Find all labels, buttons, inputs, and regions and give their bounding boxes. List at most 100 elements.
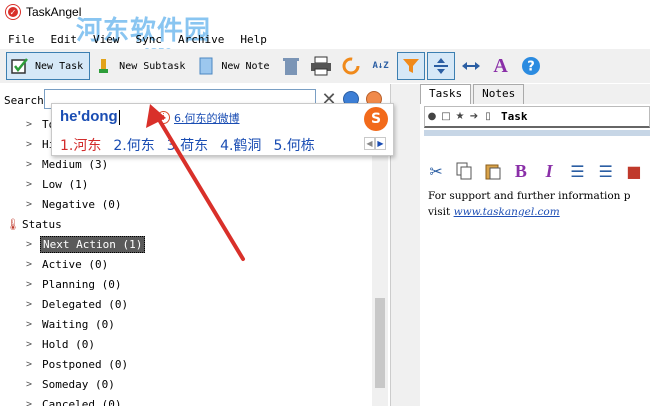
ime-suggestion-link[interactable]: 6.何东的微博 [174,110,240,126]
window-title: TaskAngel [26,5,82,19]
new-note-button[interactable]: New Note [192,52,276,80]
new-subtask-label: New Subtask [119,60,186,72]
numbered-list-icon[interactable]: ☰ [565,158,589,184]
tree-row-label: Next Action (1) [40,235,146,253]
expand-vertical-icon [433,58,448,74]
help-button[interactable]: ? [517,52,545,80]
delete-button[interactable] [277,52,305,80]
chevron-right-icon: > [26,158,33,170]
chevron-right-icon: > [26,138,33,150]
tree-row-label: Hold (0) [42,337,95,351]
menu-help[interactable]: Help [232,33,275,46]
collapse-button[interactable] [457,52,485,80]
tree-row-label: Low (1) [42,177,89,191]
tree-row[interactable]: > Active (0) [26,254,110,274]
tree-row[interactable]: > Planning (0) [26,274,123,294]
new-subtask-button[interactable]: New Subtask [90,52,192,80]
ime-candidate[interactable]: 1.河东 [60,135,101,155]
note-line: For support and further information p [428,190,631,202]
tree-row[interactable]: > Negative (0) [26,194,123,214]
tree-row[interactable]: > Medium (3) [26,154,110,174]
right-pane: Tasks Notes ● □ ★ ➔ ▯ Task ✂ B I ☰ ☰ ■ F… [420,84,650,406]
paste-icon[interactable] [481,158,505,184]
thermometer-icon: 🌡 [6,217,20,231]
printer-icon [310,56,331,76]
menu-edit[interactable]: Edit [43,33,86,46]
menu-file[interactable]: File [0,33,43,46]
pane-splitter[interactable] [390,84,420,406]
tree-row[interactable]: > Waiting (0) [26,314,117,334]
task-row-strip[interactable] [424,130,650,136]
ime-prev-page-icon[interactable]: ◀ [364,137,375,150]
taskangel-link[interactable]: www.taskangel.com [454,206,560,218]
chevron-right-icon: > [26,278,33,290]
info-icon: i [157,111,170,124]
font-button[interactable]: A [487,52,515,80]
document-icon[interactable]: ▯ [481,111,495,122]
chevron-right-icon: > [26,118,33,130]
tree-row[interactable]: > Postponed (0) [26,354,130,374]
menu-view[interactable]: View [85,33,128,46]
menu-bar: File Edit View Sync Archive Help [0,30,650,48]
chevron-right-icon: > [26,178,33,190]
main-toolbar: New Task New Subtask New Note A↓Z A ? [0,49,650,83]
new-note-label: New Note [221,60,270,72]
menu-sync[interactable]: Sync [128,33,171,46]
cut-icon[interactable]: ✂ [424,158,448,184]
search-label: Search [4,94,44,107]
chevron-right-icon: > [26,258,33,270]
font-icon: A [493,54,508,77]
app-icon: ✓ [6,5,20,19]
sogou-logo-icon[interactable]: S [364,107,388,131]
chevron-right-icon: > [26,358,33,370]
tree-row[interactable]: > Delegated (0) [26,294,130,314]
tree-row[interactable]: > Someday (0) [26,374,117,394]
sync-button[interactable] [337,52,365,80]
checkbox-icon [9,55,31,77]
filter-tree: > To > Hi > Medium (3) > Low (1) > Negative (… [0,112,372,406]
scrollbar-thumb[interactable] [375,298,385,388]
task-column-header: ● □ ★ ➔ ▯ Task [424,106,650,128]
expand-button[interactable] [426,52,455,80]
bullet-icon[interactable]: ● [425,111,439,122]
chevron-right-icon: > [26,318,33,330]
tree-row[interactable]: > Canceled (0) [26,394,123,406]
tree-row[interactable]: > Next Action (1) [26,234,146,254]
italic-icon[interactable]: I [537,158,561,184]
ime-candidate[interactable]: 4.鹤洞 [220,135,261,155]
ime-candidate[interactable]: 5.何栋 [273,135,314,155]
tab-notes[interactable]: Notes [473,84,525,104]
tree-row-label: Planning (0) [42,277,122,291]
tab-strip: Tasks Notes [420,84,650,104]
new-task-button[interactable]: New Task [6,52,91,80]
arrow-right-icon[interactable]: ➔ [467,111,481,122]
filter-button[interactable] [396,52,425,80]
refresh-icon [342,57,360,75]
tree-row[interactable]: > Low (1) [26,174,90,194]
print-button[interactable] [307,52,335,80]
chevron-right-icon: > [26,238,33,250]
tree-row[interactable]: > Hold (0) [26,334,97,354]
save-icon[interactable]: ■ [622,158,646,184]
bullet-list-icon[interactable]: ☰ [594,158,618,184]
tree-group-status[interactable]: 🌡 Status [6,214,64,234]
ime-page-nav: ◀ ▶ [364,137,386,150]
ime-candidate[interactable]: 3.荷东 [167,135,208,155]
menu-archive[interactable]: Archive [170,33,232,46]
note-toolbar: ✂ B I ☰ ☰ ■ [424,156,650,186]
tab-tasks[interactable]: Tasks [420,84,472,104]
tree-scrollbar[interactable] [372,118,388,406]
expand-horizontal-icon [461,62,480,70]
tree-row-label: Medium (3) [42,157,109,171]
tree-row-label: Someday (0) [42,377,115,391]
sort-button[interactable]: A↓Z [367,52,395,80]
bold-icon[interactable]: B [509,158,533,184]
tree-row-label: Postponed (0) [42,357,129,371]
task-column-label[interactable]: Task [501,110,528,123]
ime-candidate[interactable]: 2.何东 [113,135,154,155]
checkbox-column-icon[interactable]: □ [439,111,453,122]
star-icon[interactable]: ★ [453,111,467,122]
note-visit-text: visit [428,206,454,218]
ime-next-page-icon[interactable]: ▶ [375,137,386,150]
copy-icon[interactable] [452,158,476,184]
